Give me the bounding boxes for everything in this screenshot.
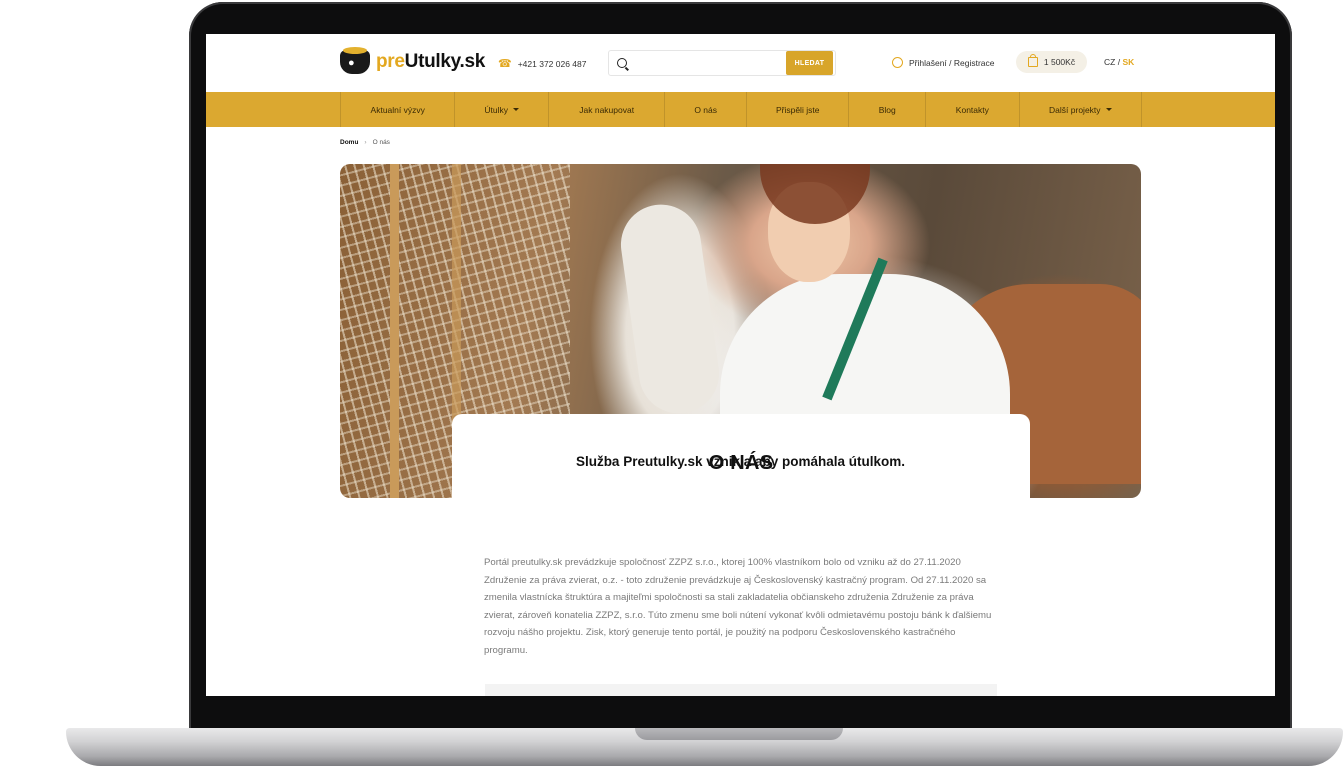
laptop-screen: ● preUtulky.sk ☎ +421 372 026 487 HLEDAT…	[206, 34, 1275, 696]
login-link[interactable]: Přihlašení / Registrace	[892, 57, 995, 68]
nav-item-label: Útulky	[484, 104, 508, 115]
nav-items: Aktualní výzvy Útulky Jak nakupovat O ná…	[340, 92, 1142, 127]
hero-white-dog	[615, 199, 725, 419]
logo-text: preUtulky.sk	[376, 51, 485, 73]
phone-icon: ☎	[498, 58, 512, 70]
search-button[interactable]: HLEDAT	[786, 51, 833, 75]
search-icon	[617, 58, 627, 68]
nav-item-label: Aktualní výzvy	[370, 104, 425, 115]
user-circle-icon	[892, 57, 903, 68]
breadcrumb-current: O nás	[372, 139, 390, 146]
cart-button[interactable]: 1 500Kč	[1016, 51, 1087, 73]
logo-name: Utulky.sk	[404, 51, 486, 72]
bowl-paw-icon: ●	[340, 47, 370, 74]
site-header: ● preUtulky.sk ☎ +421 372 026 487 HLEDAT…	[206, 34, 1275, 92]
language-switcher: CZ / SK	[1104, 57, 1134, 67]
about-text: Portál preutulky.sk prevádzkuje spoločno…	[484, 557, 992, 656]
main-nav: Aktualní výzvy Útulky Jak nakupovat O ná…	[206, 92, 1275, 127]
nav-item-jak-nakupovat[interactable]: Jak nakupovat	[549, 92, 666, 127]
nav-item-o-nas[interactable]: O nás	[665, 92, 747, 127]
nav-item-aktualni-vyzvy[interactable]: Aktualní výzvy	[341, 92, 456, 127]
chevron-right-icon: ›	[364, 139, 367, 146]
nav-item-label: Přispěli jste	[775, 104, 820, 115]
nav-item-kontakty[interactable]: Kontakty	[926, 92, 1020, 127]
content-box	[485, 684, 997, 696]
phone-number: +421 372 026 487	[517, 58, 587, 69]
breadcrumb: Domu › O nás	[340, 139, 390, 146]
caret-down-icon	[1105, 108, 1112, 111]
page-subtitle: Služba Preutulky.sk vznikla aby pomáhala…	[575, 454, 906, 469]
lang-cz[interactable]: CZ	[1104, 57, 1115, 67]
nav-item-label: Blog	[878, 104, 896, 115]
lang-sk[interactable]: SK	[1122, 57, 1134, 67]
cart-total: 1 500Kč	[1043, 57, 1076, 67]
nav-item-blog[interactable]: Blog	[849, 92, 927, 127]
site-logo[interactable]: ● preUtulky.sk	[340, 47, 485, 74]
shopping-bag-icon	[1027, 54, 1038, 67]
caret-down-icon	[513, 108, 519, 111]
nav-item-label: Kontakty	[955, 104, 989, 115]
nav-item-label: Jak nakupovat	[579, 104, 635, 115]
hero-fence-post	[390, 164, 399, 498]
nav-item-dalsi-projekty[interactable]: Další projekty	[1020, 92, 1142, 127]
laptop-notch	[635, 728, 843, 740]
login-label: Přihlašení / Registrace	[909, 57, 995, 68]
nav-item-label: O nás	[694, 104, 718, 115]
breadcrumb-home[interactable]: Domu	[340, 139, 358, 146]
nav-item-prispeli-jste[interactable]: Přispěli jste	[747, 92, 850, 127]
nav-item-utulky[interactable]: Útulky	[455, 92, 549, 127]
lang-separator: /	[1117, 57, 1121, 67]
logo-prefix: pre	[376, 51, 405, 72]
nav-item-label: Další projekty	[1049, 104, 1101, 115]
phone-link[interactable]: ☎ +421 372 026 487	[498, 57, 586, 70]
